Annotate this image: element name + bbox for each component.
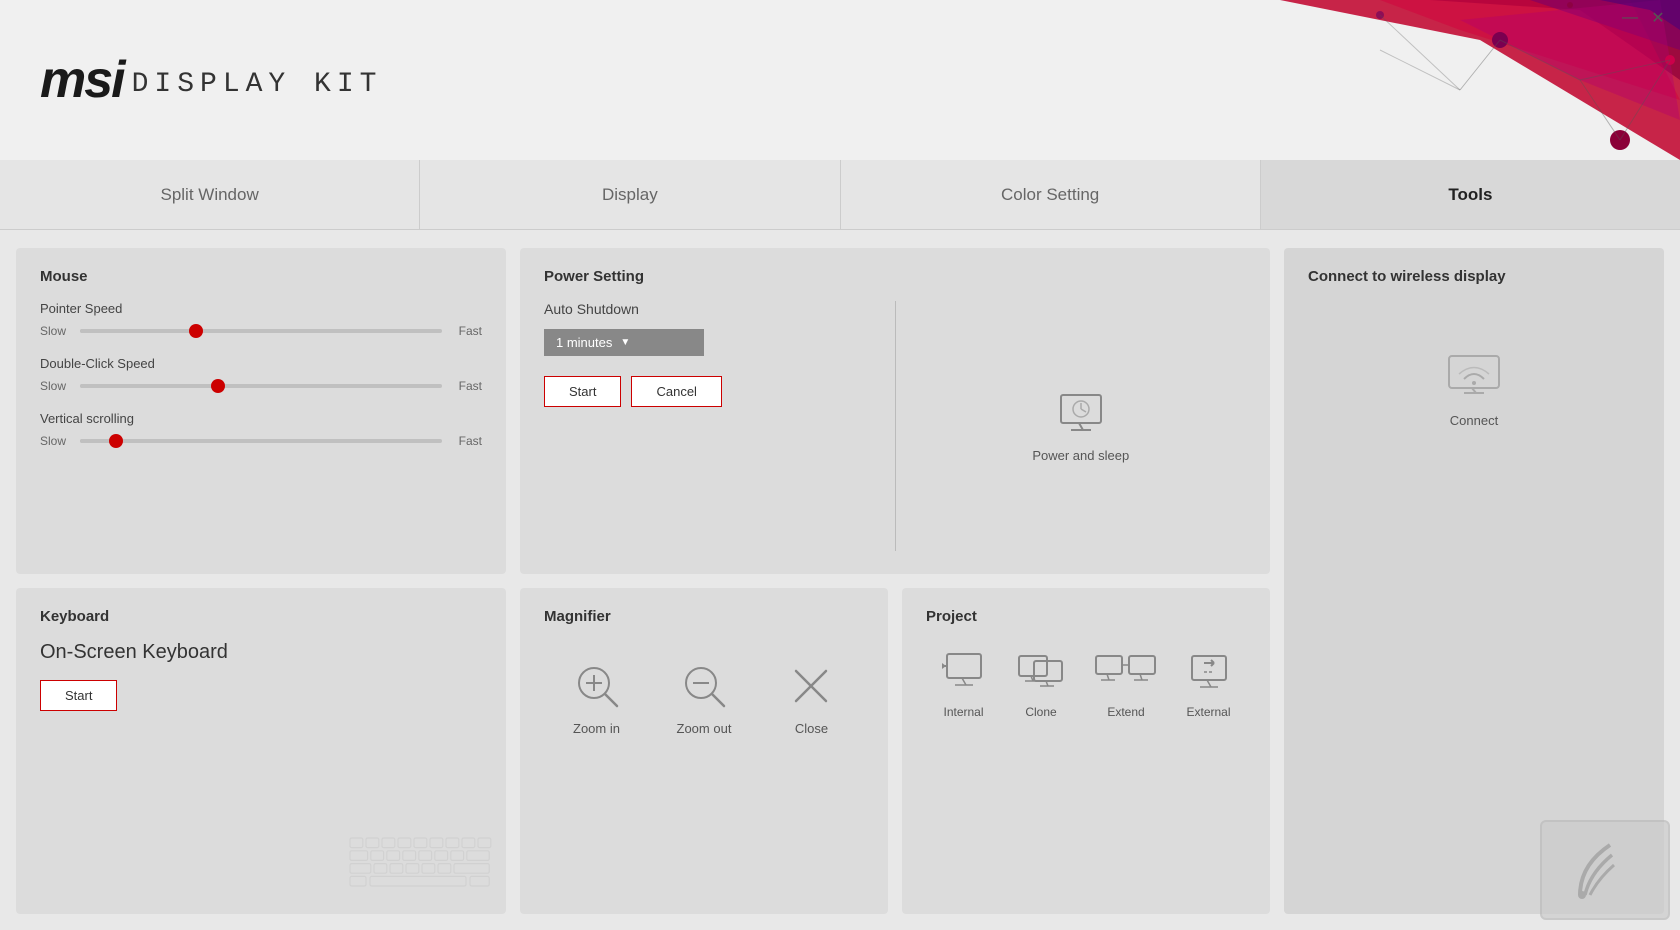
vertical-scroll-track[interactable] bbox=[80, 439, 442, 443]
tab-display[interactable]: Display bbox=[420, 160, 840, 229]
mouse-card-title: Mouse bbox=[40, 268, 482, 285]
mouse-card: Mouse Pointer Speed Slow Fast Double-Cli… bbox=[16, 248, 506, 574]
on-screen-keyboard-label: On-Screen Keyboard bbox=[40, 641, 482, 664]
project-extend-item[interactable]: Extend bbox=[1094, 651, 1159, 719]
pointer-fast-label: Fast bbox=[452, 324, 482, 338]
magnifier-icons: Zoom in Zoom out Close bbox=[544, 641, 864, 736]
power-card: Power Setting Auto Shutdown 1 minutes ▼ … bbox=[520, 248, 1270, 574]
display-kit-text: Display Kit bbox=[132, 69, 383, 100]
auto-shutdown-dropdown[interactable]: 1 minutes ▼ bbox=[544, 329, 704, 356]
power-sleep-label: Power and sleep bbox=[1032, 448, 1129, 463]
zoom-out-label: Zoom out bbox=[677, 721, 732, 736]
dropdown-arrow-icon: ▼ bbox=[620, 337, 630, 348]
magnifier-card-title: Magnifier bbox=[544, 608, 864, 625]
zoom-in-label: Zoom in bbox=[573, 721, 620, 736]
double-click-label: Double-Click Speed bbox=[40, 356, 482, 371]
keyboard-decoration-icon bbox=[346, 834, 506, 914]
external-icon bbox=[1184, 651, 1234, 695]
vertical-scroll-section: Vertical scrolling Slow Fast bbox=[40, 411, 482, 448]
magnifier-close-item[interactable]: Close bbox=[786, 661, 836, 736]
pointer-speed-row: Slow Fast bbox=[40, 324, 482, 338]
connect-section: Connect bbox=[1308, 301, 1640, 448]
project-clone-item[interactable]: Clone bbox=[1014, 651, 1069, 719]
tab-color-setting[interactable]: Color Setting bbox=[841, 160, 1261, 229]
vertical-scroll-row: Slow Fast bbox=[40, 434, 482, 448]
power-btn-row: Start Cancel bbox=[544, 376, 875, 407]
pointer-speed-label: Pointer Speed bbox=[40, 301, 482, 316]
magnifier-close-icon bbox=[786, 661, 836, 711]
tools-card-title: Connect to wireless display bbox=[1308, 268, 1640, 285]
header: msi Display Kit bbox=[0, 0, 1680, 160]
title-bar: — ✕ bbox=[1608, 0, 1680, 36]
msi-logo-text: msi bbox=[40, 50, 124, 110]
tools-card: Connect to wireless display Connect bbox=[1284, 248, 1664, 914]
clone-icon bbox=[1014, 651, 1069, 695]
tab-split-window[interactable]: Split Window bbox=[0, 160, 420, 229]
keyboard-start-button[interactable]: Start bbox=[40, 680, 117, 711]
extend-label: Extend bbox=[1107, 705, 1144, 719]
pointer-speed-track[interactable] bbox=[80, 329, 442, 333]
pointer-slow-label: Slow bbox=[40, 324, 70, 338]
double-slow-label: Slow bbox=[40, 379, 70, 393]
minimize-button[interactable]: — bbox=[1620, 8, 1640, 28]
main-content: Mouse Pointer Speed Slow Fast Double-Cli… bbox=[0, 232, 1680, 930]
internal-icon bbox=[939, 651, 989, 695]
extend-icon bbox=[1094, 651, 1159, 695]
power-card-title: Power Setting bbox=[544, 268, 1246, 285]
close-button[interactable]: ✕ bbox=[1648, 8, 1668, 28]
power-left: Auto Shutdown 1 minutes ▼ Start Cancel bbox=[544, 301, 896, 551]
double-click-section: Double-Click Speed Slow Fast bbox=[40, 356, 482, 393]
vertical-fast-label: Fast bbox=[452, 434, 482, 448]
double-click-row: Slow Fast bbox=[40, 379, 482, 393]
power-sleep-section[interactable]: Power and sleep bbox=[1032, 390, 1129, 463]
header-decoration bbox=[1080, 0, 1680, 160]
project-external-item[interactable]: External bbox=[1184, 651, 1234, 719]
double-fast-label: Fast bbox=[452, 379, 482, 393]
double-click-track[interactable] bbox=[80, 384, 442, 388]
zoom-in-icon bbox=[572, 661, 622, 711]
internal-label: Internal bbox=[943, 705, 983, 719]
auto-shutdown-label: Auto Shutdown bbox=[544, 301, 875, 317]
power-cancel-button[interactable]: Cancel bbox=[631, 376, 721, 407]
keyboard-card: Keyboard On-Screen Keyboard Start bbox=[16, 588, 506, 914]
project-card: Project Internal Clone bbox=[902, 588, 1270, 914]
wireless-display-icon bbox=[1444, 351, 1504, 401]
pointer-speed-section: Pointer Speed Slow Fast bbox=[40, 301, 482, 338]
nav-tabs: Split Window Display Color Setting Tools bbox=[0, 160, 1680, 230]
keyboard-card-title: Keyboard bbox=[40, 608, 482, 625]
vertical-scroll-label: Vertical scrolling bbox=[40, 411, 482, 426]
power-right: Power and sleep bbox=[896, 301, 1247, 551]
tab-tools[interactable]: Tools bbox=[1261, 160, 1680, 229]
zoom-out-icon bbox=[679, 661, 729, 711]
dropdown-row: 1 minutes ▼ bbox=[544, 329, 875, 356]
project-card-title: Project bbox=[926, 608, 1246, 625]
vertical-slow-label: Slow bbox=[40, 434, 70, 448]
project-internal-item[interactable]: Internal bbox=[939, 651, 989, 719]
header-logo: msi Display Kit bbox=[40, 50, 382, 110]
clone-label: Clone bbox=[1025, 705, 1056, 719]
zoom-in-item[interactable]: Zoom in bbox=[572, 661, 622, 736]
power-inner: Auto Shutdown 1 minutes ▼ Start Cancel bbox=[544, 301, 1246, 551]
magnifier-close-label: Close bbox=[795, 721, 828, 736]
cast-device-icon bbox=[1540, 820, 1670, 920]
power-sleep-icon bbox=[1051, 390, 1111, 440]
cast-wifi-icon bbox=[1570, 835, 1640, 905]
magnifier-card: Magnifier Zoom in Zoom out bbox=[520, 588, 888, 914]
external-label: External bbox=[1186, 705, 1230, 719]
power-start-button[interactable]: Start bbox=[544, 376, 621, 407]
zoom-out-item[interactable]: Zoom out bbox=[677, 661, 732, 736]
connect-label: Connect bbox=[1450, 413, 1498, 428]
